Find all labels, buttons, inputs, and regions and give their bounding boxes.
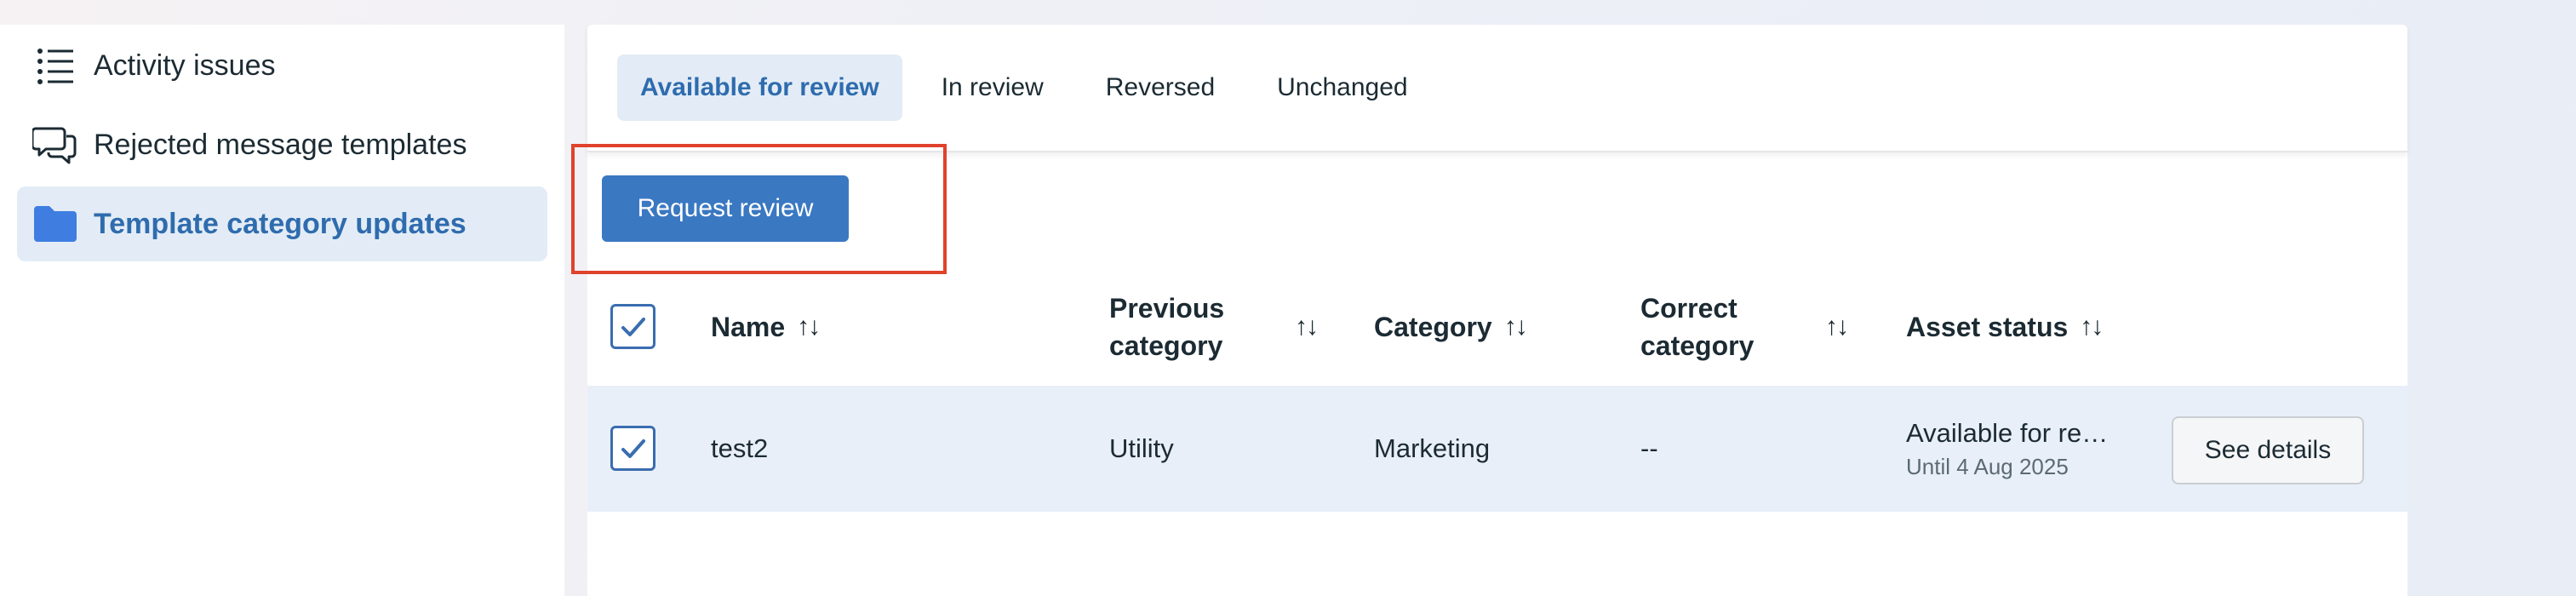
checkmark-icon	[621, 438, 645, 458]
sort-icon[interactable]: ↑↓	[1504, 308, 1528, 346]
request-review-button[interactable]: Request review	[602, 175, 849, 242]
tab-in-review[interactable]: In review	[919, 54, 1067, 121]
column-header-label-line: category	[1109, 330, 1223, 361]
column-header-label: Name	[711, 312, 786, 342]
sidebar-item-template-category-updates[interactable]: Template category updates	[17, 186, 547, 261]
cell-category: Marketing	[1374, 433, 1491, 463]
cell-previous-category: Utility	[1109, 433, 1174, 463]
tab-bar: Available for review In review Reversed …	[587, 25, 2407, 152]
table-row[interactable]: test2 Utility Marketing -- Available for…	[587, 386, 2407, 512]
checkmark-icon	[621, 317, 645, 336]
column-header-label: Previous category	[1109, 289, 1224, 364]
asset-status-text: Available for re…	[1906, 417, 2109, 448]
column-header-label-line: category	[1640, 330, 1755, 361]
sidebar-item-label: Activity issues	[94, 49, 276, 82]
column-header-correct-category-sort: ↑↓	[1813, 272, 1849, 382]
column-header-label-line: Correct	[1640, 293, 1737, 324]
sort-icon[interactable]: ↑↓	[1825, 308, 1849, 346]
column-header-previous-category: Previous category	[1109, 272, 1224, 382]
sidebar-item-rejected-templates[interactable]: Rejected message templates	[17, 107, 547, 182]
select-all-checkbox[interactable]	[610, 304, 655, 349]
table-header: Name ↑↓ Previous category ↑↓ Category ↑↓…	[587, 272, 2407, 382]
cell-name: test2	[711, 433, 769, 463]
tab-reversed[interactable]: Reversed	[1083, 54, 1238, 121]
sort-icon[interactable]: ↑↓	[2080, 308, 2104, 346]
cell-asset-status: Available for re… Until 4 Aug 2025	[1906, 386, 2108, 512]
tab-unchanged[interactable]: Unchanged	[1254, 54, 1430, 121]
row-checkbox[interactable]	[610, 426, 655, 471]
sidebar: Activity issues Rejected message templat…	[0, 25, 564, 596]
column-header-category: Category ↑↓	[1374, 272, 1528, 382]
main-panel: Available for review In review Reversed …	[571, 25, 2407, 596]
asset-status-deadline: Until 4 Aug 2025	[1906, 453, 2069, 479]
column-header-label-line: Previous	[1109, 293, 1225, 324]
column-header-asset-status: Asset status ↑↓	[1906, 272, 2104, 382]
sidebar-item-activity-issues[interactable]: Activity issues	[17, 28, 547, 103]
sort-icon[interactable]: ↑↓	[1295, 308, 1319, 346]
column-header-correct-category: Correct category	[1640, 272, 1754, 382]
sidebar-item-label: Rejected message templates	[94, 128, 467, 161]
chat-bubbles-icon	[32, 122, 78, 168]
column-header-name: Name ↑↓	[711, 272, 821, 382]
sidebar-item-label: Template category updates	[94, 207, 467, 240]
cell-correct-category: --	[1640, 433, 1658, 463]
column-header-label: Asset status	[1906, 312, 2069, 342]
see-details-button[interactable]: See details	[2172, 416, 2364, 484]
column-header-previous-category-sort: ↑↓	[1283, 272, 1319, 382]
column-header-label: Correct category	[1640, 289, 1754, 364]
list-icon	[32, 43, 78, 89]
folder-icon	[32, 201, 78, 247]
column-header-label: Category	[1374, 312, 1492, 342]
tab-available-for-review[interactable]: Available for review	[617, 54, 902, 121]
sort-icon[interactable]: ↑↓	[797, 308, 821, 346]
